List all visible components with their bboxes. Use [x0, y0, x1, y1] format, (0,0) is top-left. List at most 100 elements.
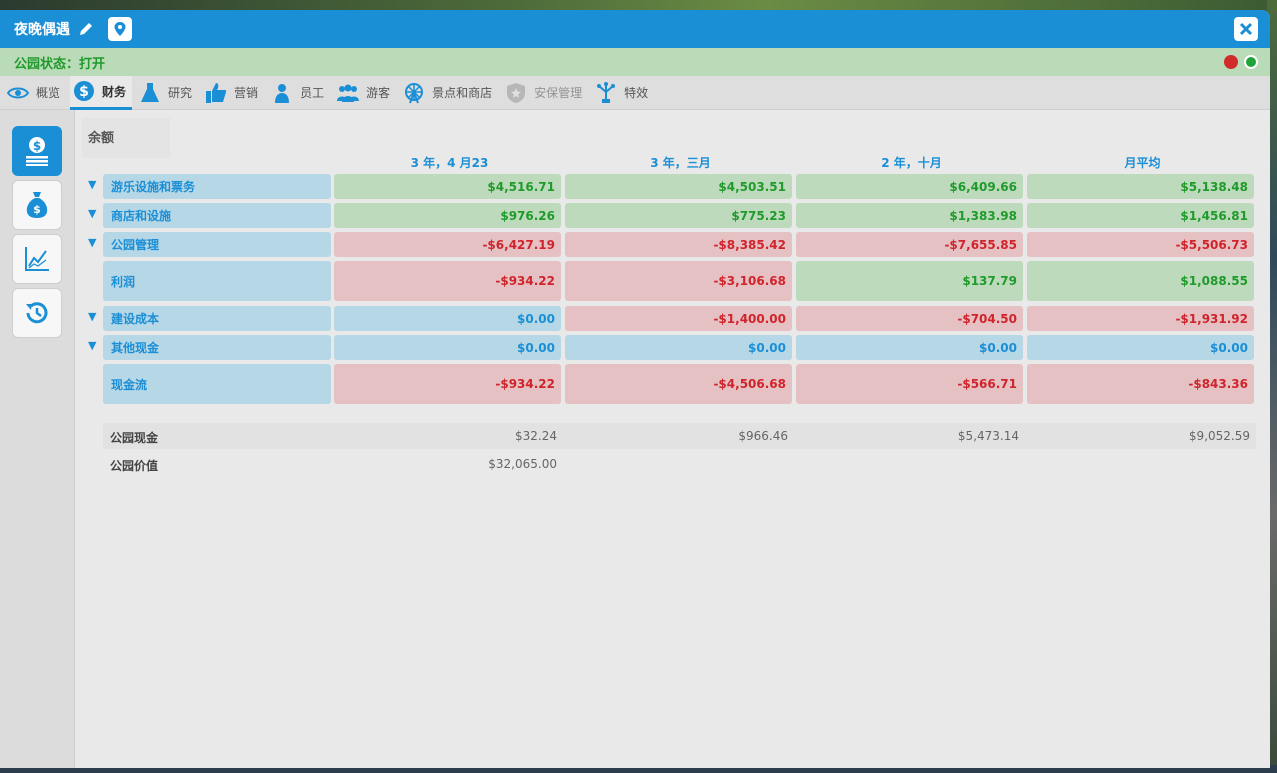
- tab-bar: 概览 $ 财务 研究 营销 员工 游客 景点和商店 安保管理 特效: [0, 75, 1270, 110]
- expand-arrow-icon[interactable]: ▼: [88, 207, 96, 220]
- finance-cell: -$8,385.42: [565, 232, 792, 257]
- finance-sidenav: $ $: [0, 110, 75, 768]
- sidenav-income-button[interactable]: $: [12, 180, 62, 230]
- finance-cell: $0.00: [334, 306, 561, 331]
- finance-cell: $976.26: [334, 203, 561, 228]
- row-label-shops-facilities[interactable]: 商店和设施: [103, 203, 331, 228]
- finance-content: $ $ 余额 3 年，4 月23 3 年，三月 2 年，十月 月平均 ▼ 游乐设施…: [0, 110, 1270, 768]
- column-header: 3 年，4 月23: [410, 156, 489, 170]
- expand-arrow-icon[interactable]: ▼: [88, 236, 96, 249]
- finance-cell: $1,456.81: [1027, 203, 1254, 228]
- finance-cell: $1,383.98: [796, 203, 1023, 228]
- finance-cell: $6,409.66: [796, 174, 1023, 199]
- finance-cell: $0.00: [565, 335, 792, 360]
- sidenav-history-button[interactable]: [12, 288, 62, 338]
- row-label-other-cash[interactable]: 其他现金: [103, 335, 331, 360]
- park-value-value: $32,065.00: [488, 457, 557, 471]
- finance-panel: 余额 3 年，4 月23 3 年，三月 2 年，十月 月平均 ▼ 游乐设施和票务 $…: [82, 110, 1262, 768]
- guests-icon: [336, 81, 360, 105]
- park-cash-label: 公园现金: [110, 431, 159, 445]
- park-value-label: 公园价值: [110, 459, 159, 473]
- close-park-indicator[interactable]: [1224, 55, 1238, 69]
- finance-cell: -$1,931.92: [1027, 306, 1254, 331]
- tab-guests[interactable]: 游客: [334, 76, 396, 110]
- finance-cell: -$934.22: [334, 364, 561, 404]
- finance-cell: $0.00: [334, 335, 561, 360]
- finance-cell: $0.00: [796, 335, 1023, 360]
- expand-arrow-icon[interactable]: ▼: [88, 178, 96, 191]
- pencil-icon[interactable]: [78, 21, 94, 37]
- section-title: 余额: [88, 131, 115, 146]
- tab-staff[interactable]: 员工: [268, 76, 330, 110]
- tab-security: 安保管理: [502, 76, 588, 110]
- row-label-rides-tickets[interactable]: 游乐设施和票务: [103, 174, 331, 199]
- finance-cell: -$5,506.73: [1027, 232, 1254, 257]
- chart-icon: [25, 247, 49, 271]
- park-value-row: 公园价值 $32,065.00: [103, 451, 1256, 477]
- row-label-profit: 利润: [103, 261, 331, 301]
- tab-marketing[interactable]: 营销: [202, 76, 264, 110]
- tab-attractions-shops[interactable]: 景点和商店: [400, 76, 498, 110]
- sidenav-balance-button[interactable]: $: [12, 126, 62, 176]
- column-header: 月平均: [1124, 156, 1161, 170]
- park-cash-value: $32.24: [515, 429, 557, 443]
- expand-arrow-icon[interactable]: ▼: [88, 339, 96, 352]
- row-label-park-management[interactable]: 公园管理: [103, 232, 331, 257]
- finance-cell: $1,088.55: [1027, 261, 1254, 301]
- finance-cell: $5,138.48: [1027, 174, 1254, 199]
- finance-cell: -$934.22: [334, 261, 561, 301]
- park-finance-window: 夜晚偶遇 公园状态：打开 概览 $ 财务 研究 营销 员工 游客 景点和商店 安…: [0, 10, 1270, 768]
- finance-cell: -$566.71: [796, 364, 1023, 404]
- park-cash-value: $966.46: [738, 429, 788, 443]
- park-cash-row: 公园现金 $32.24 $966.46 $5,473.14 $9,052.59: [103, 423, 1256, 449]
- park-name: 夜晚偶遇: [14, 22, 70, 38]
- finance-cell: -$6,427.19: [334, 232, 561, 257]
- finance-cell: -$1,400.00: [565, 306, 792, 331]
- park-status-label: 公园状态：打开: [14, 56, 106, 72]
- svg-text:$: $: [79, 84, 89, 100]
- finance-cell: -$3,106.68: [565, 261, 792, 301]
- row-label-construction-cost[interactable]: 建设成本: [103, 306, 331, 331]
- column-header: 2 年，十月: [881, 156, 942, 170]
- open-park-indicator[interactable]: [1244, 55, 1258, 69]
- row-label-cash-flow: 现金流: [103, 364, 331, 404]
- finance-cell: $4,503.51: [565, 174, 792, 199]
- location-pin-button[interactable]: [108, 17, 132, 41]
- tab-finance[interactable]: $ 财务: [70, 75, 133, 110]
- balance-icon: $: [26, 137, 48, 166]
- tab-effects[interactable]: 特效: [592, 76, 654, 110]
- expand-arrow-icon[interactable]: ▼: [88, 310, 96, 323]
- finance-cell: $0.00: [1027, 335, 1254, 360]
- shield-icon: [504, 81, 528, 105]
- finance-cell: -$843.36: [1027, 364, 1254, 404]
- park-cash-value: $9,052.59: [1188, 429, 1250, 443]
- svg-text:$: $: [33, 203, 41, 216]
- tab-overview[interactable]: 概览: [4, 76, 66, 110]
- park-cash-value: $5,473.14: [957, 429, 1019, 443]
- svg-text:$: $: [33, 139, 41, 153]
- effects-icon: [594, 81, 618, 105]
- history-icon: [26, 302, 48, 324]
- park-open-close-toggle[interactable]: [1224, 55, 1258, 69]
- park-status-bar: 公园状态：打开: [0, 48, 1270, 76]
- window-titlebar: 夜晚偶遇: [0, 10, 1270, 48]
- finance-cell: $4,516.71: [334, 174, 561, 199]
- finance-cell: -$704.50: [796, 306, 1023, 331]
- staff-icon: [270, 81, 294, 105]
- finance-cell: -$7,655.85: [796, 232, 1023, 257]
- finance-cell: $775.23: [565, 203, 792, 228]
- eye-icon: [6, 81, 30, 105]
- finance-cell: -$4,506.68: [565, 364, 792, 404]
- location-pin-icon: [114, 22, 126, 36]
- sidenav-chart-button[interactable]: [12, 234, 62, 284]
- column-header: 3 年，三月: [650, 156, 711, 170]
- finance-cell: $137.79: [796, 261, 1023, 301]
- ferris-wheel-icon: [402, 81, 426, 105]
- close-icon: [1239, 22, 1253, 36]
- close-button[interactable]: [1234, 17, 1258, 41]
- dollar-icon: $: [72, 79, 96, 103]
- flask-icon: [138, 81, 162, 105]
- money-bag-icon: $: [26, 192, 48, 218]
- tab-research[interactable]: 研究: [136, 76, 198, 110]
- thumbs-up-icon: [204, 81, 228, 105]
